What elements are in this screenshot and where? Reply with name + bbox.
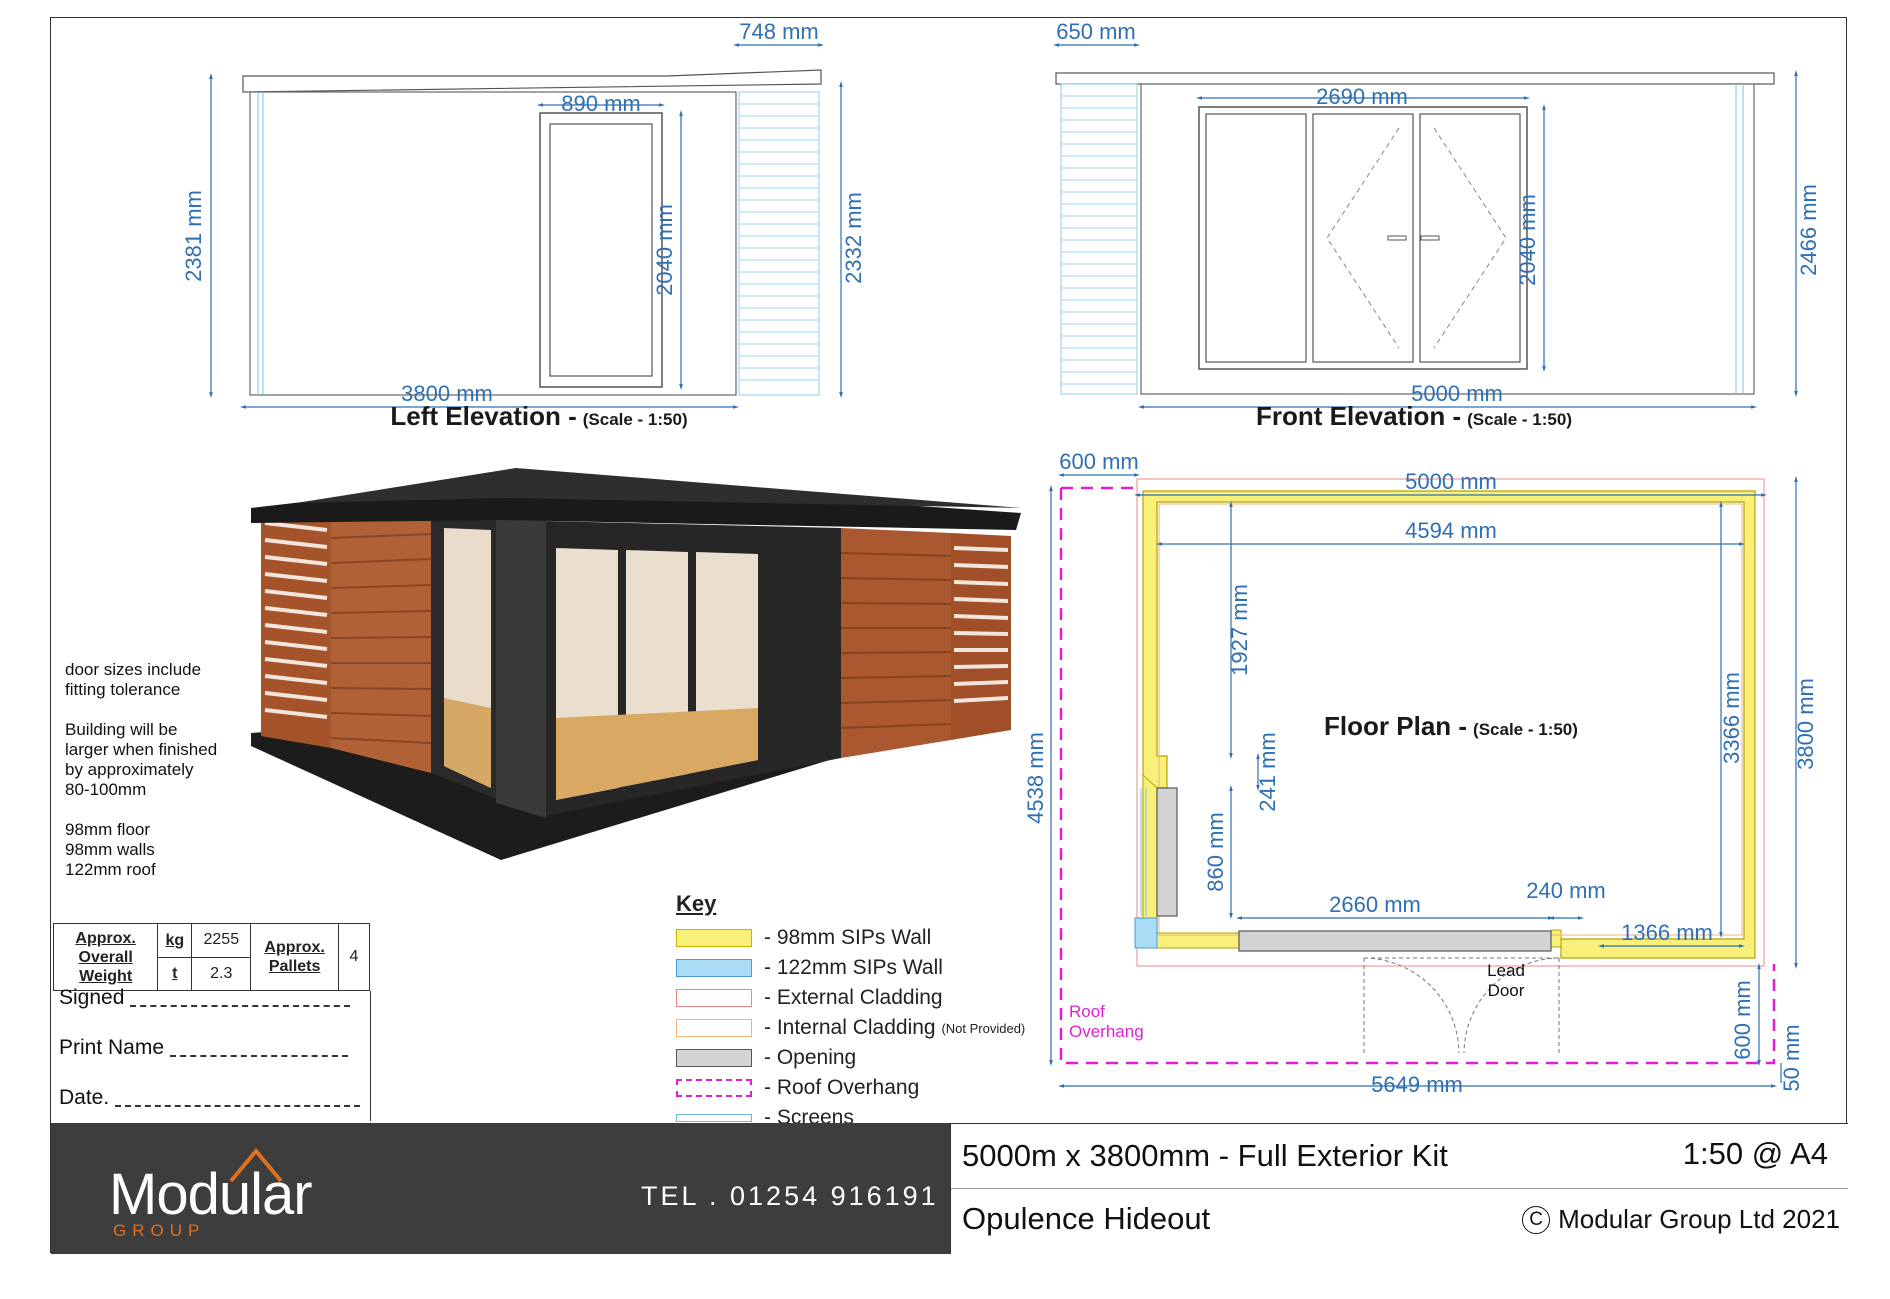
dim-2040-front: 2040 mm [1515,194,1540,286]
dim-2040-left: 2040 mm [652,204,677,296]
legend-swatch [676,1079,752,1097]
legend-item-internal-cladding: - Internal Cladding (Not Provided) [676,1013,1025,1043]
product-name: Opulence Hideout [962,1201,1211,1236]
logo-wordmark: Modular [109,1162,313,1227]
legend-swatch [676,929,752,947]
date-row: Date. [59,1086,361,1110]
product-title: 5000m x 3800mm - Full Exterior Kit [962,1138,1448,1173]
dim-650: 650 mm [1056,19,1135,44]
left-elevation-drawing: 748 mm 890 mm 2381 mm 2040 mm 2332 mm 38… [181,19,866,431]
dim-241: 241 mm [1255,732,1280,811]
dim-2332: 2332 mm [841,192,866,284]
left-elevation-door [539,112,663,388]
legend-title: Key [676,891,717,916]
date-label: Date. [59,1086,110,1109]
left-elevation-roof [242,69,822,93]
left-elevation-title: Left Elevation - (Scale - 1:50) [390,401,687,431]
dim-600-side: 600 mm [1730,980,1755,1059]
front-elevation-title: Front Elevation - (Scale - 1:50) [1256,401,1572,431]
footer-brand-panel: Modular GROUP TEL . 01254 916191 [51,1123,950,1254]
dim-2466: 2466 mm [1796,184,1821,276]
dim-2660: 2660 mm [1329,892,1421,917]
dim-748: 748 mm [739,19,818,44]
lead-door-label-1: Lead [1487,961,1525,980]
copyright: C Modular Group Ltd 2021 [1522,1204,1840,1235]
dim-3800-plan: 3800 mm [1793,678,1818,770]
dim-1366: 1366 mm [1621,920,1713,945]
date-line[interactable] [115,1105,361,1107]
roof-overhang-outline [1059,488,1776,1065]
door-swing [1363,957,1560,1054]
legend-swatch [676,1114,752,1122]
dim-2690: 2690 mm [1316,84,1408,109]
dim-4594: 4594 mm [1405,518,1497,543]
dim-860: 860 mm [1203,812,1228,891]
note-building-larger: Building will be larger when finished by a… [65,720,218,799]
kg-label: kg [157,923,193,958]
approx-pallets-label: Approx. Pallets [250,923,339,991]
roof-overhang-label-2: Overhang [1069,1022,1144,1041]
legend-swatch [676,1019,752,1037]
approx-overall-weight-label: Approx. Overall Weight [52,923,159,991]
dim-3366: 3366 mm [1719,672,1744,764]
drawing-sheet: 748 mm 890 mm 2381 mm 2040 mm 2332 mm 38… [50,17,1848,1254]
dim-5649: 5649 mm [1371,1072,1463,1097]
dim-1927: 1927 mm [1227,584,1252,676]
side-opening [1156,787,1178,917]
left-elevation-screen [738,91,820,396]
roof-overhang-label-1: Roof [1069,1002,1105,1021]
floor-plan-drawing: 600 mm 5000 mm 4594 mm 1927 mm 241 mm 33… [1023,449,1818,1097]
front-elevation-doors [1198,106,1528,370]
logo-subtitle: GROUP [113,1221,206,1240]
lead-door-label-2: Door [1488,981,1525,1000]
print-name-row: Print Name [59,1036,349,1060]
sips-wall-122mm [1134,917,1158,949]
dim-240: 240 mm [1526,878,1605,903]
dim-2381: 2381 mm [181,190,206,282]
note-door-sizes: door sizes include fitting tolerance [65,660,202,699]
kg-value: 2255 [191,923,252,958]
pallets-value: 4 [338,923,370,991]
weight-table: Approx. Overall Weight kg 2255 Approx. Pall… [52,923,370,991]
legend-item-roof-overhang: - Roof Overhang [676,1073,1025,1103]
print-name-label: Print Name [59,1036,165,1059]
legend-item-opening: - Opening [676,1043,1025,1073]
front-opening [1238,930,1552,952]
legend-swatch [676,959,752,977]
signed-line[interactable] [130,1005,351,1007]
front-elevation-drawing: 650 mm 2690 mm 2040 mm 2466 mm 5000 mm F… [1053,19,1821,431]
front-elevation-roof [1055,72,1775,85]
telephone: TEL . 01254 916191 [641,1181,939,1211]
legend-item-external-cladding: - External Cladding [676,983,1025,1013]
signed-label: Signed [59,986,125,1009]
legend-item-122mm-sips: - 122mm SIPs Wall [676,953,1025,983]
dim-5000-plan: 5000 mm [1405,469,1497,494]
legend-item-98mm-sips: - 98mm SIPs Wall [676,923,1025,953]
copyright-icon: C [1522,1205,1551,1234]
render-corner-post [496,518,546,818]
legend-swatch [676,1049,752,1067]
note-thickness: 98mm floor 98mm walls 122mm roof [65,820,156,879]
signed-row: Signed [59,986,351,1010]
dim-4538: 4538 mm [1023,732,1048,824]
drawing-scale: 1:50 @ A4 [1682,1136,1828,1171]
floor-plan-title: Floor Plan - (Scale - 1:50) [1324,711,1578,741]
dim-890: 890 mm [561,91,640,116]
footer-info-panel: 5000m x 3800mm - Full Exterior Kit 1:50 … [950,1123,1848,1254]
legend: Key - 98mm SIPs Wall - 122mm SIPs Wall -… [676,891,1025,1133]
building-render [251,468,1021,860]
dim-50: 50 mm [1779,1024,1804,1091]
dim-600-top: 600 mm [1059,449,1138,474]
print-name-line[interactable] [170,1055,349,1057]
legend-swatch [676,989,752,1007]
